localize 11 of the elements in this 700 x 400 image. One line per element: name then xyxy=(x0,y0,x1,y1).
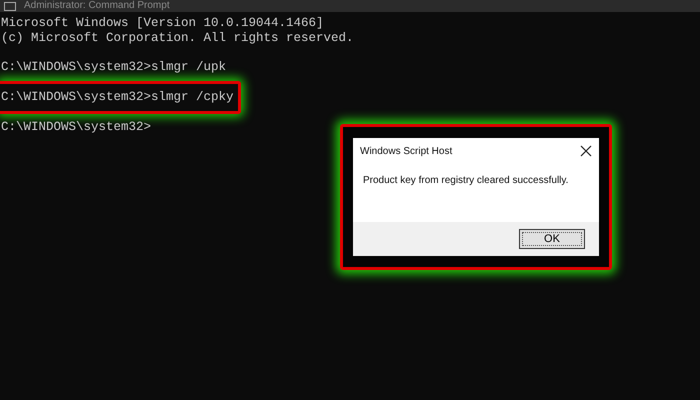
window-title: Administrator: Command Prompt xyxy=(24,0,170,12)
console-line: Microsoft Windows [Version 10.0.19044.1466] xyxy=(0,16,325,31)
console-line: C:\WINDOWS\system32>slmgr /upk xyxy=(0,60,228,75)
dialog-message: Product key from registry cleared successfully. xyxy=(362,174,570,188)
console-line: C:\WINDOWS\system32>slmgr /cpky xyxy=(0,90,235,105)
terminal-icon xyxy=(4,2,16,10)
close-icon[interactable] xyxy=(580,145,592,157)
console-line: (c) Microsoft Corporation. All rights reserved. xyxy=(0,31,355,46)
console-line: C:\WINDOWS\system32> xyxy=(0,120,152,135)
ok-button[interactable]: OK xyxy=(519,229,585,249)
dialog-title: Windows Script Host xyxy=(360,146,452,156)
